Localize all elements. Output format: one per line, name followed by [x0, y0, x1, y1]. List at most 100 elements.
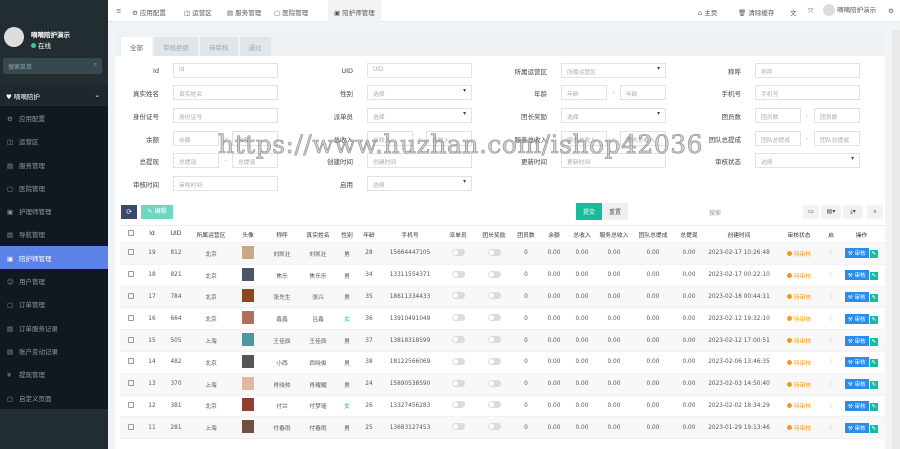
sidebar-item[interactable]: ▣ 护理师管理	[0, 199, 108, 222]
row-checkbox[interactable]	[128, 336, 134, 343]
dispatcher-toggle[interactable]	[451, 314, 465, 322]
leader-reward-toggle[interactable]	[487, 379, 501, 387]
text-input[interactable]: 更新时间	[561, 153, 666, 168]
range-max-input[interactable]: 年龄	[620, 85, 666, 100]
dispatcher-toggle[interactable]	[451, 292, 465, 300]
leader-reward-toggle[interactable]	[487, 401, 501, 409]
sidebar-item[interactable]: ¥ 提现管理	[0, 362, 108, 385]
dispatcher-toggle[interactable]	[451, 423, 465, 431]
select-input[interactable]: 选择	[367, 85, 472, 100]
range-max-input[interactable]: 总收入	[426, 131, 472, 146]
audit-button[interactable]: ⚒ 审核	[844, 422, 869, 433]
scrollbar[interactable]	[892, 30, 900, 449]
fullscreen-icon[interactable]: ⤧	[808, 7, 813, 16]
select-input[interactable]: 所属运营区	[561, 63, 666, 78]
edit-row-button[interactable]: ✎	[869, 337, 879, 346]
audit-button[interactable]: ⚒ 审核	[844, 335, 869, 346]
top-nav-item[interactable]: ⚙ 应用配置	[126, 0, 172, 22]
row-checkbox[interactable]	[128, 271, 134, 278]
enable-toggle[interactable]: (	[830, 294, 832, 300]
edit-row-button[interactable]: ✎	[869, 381, 879, 390]
leader-reward-toggle[interactable]	[487, 357, 501, 365]
range-min-input[interactable]: 总收入	[367, 131, 413, 146]
edit-row-button[interactable]: ✎	[869, 250, 879, 259]
leader-reward-toggle[interactable]	[487, 270, 501, 278]
range-max-input[interactable]: 团员数	[814, 108, 860, 123]
menu-search-input[interactable]: 搜索菜单 ⌕	[3, 58, 102, 74]
edit-row-button[interactable]: ✎	[869, 272, 879, 281]
enable-toggle[interactable]: (	[830, 381, 832, 387]
range-max-input[interactable]: 团队总提成	[814, 131, 860, 146]
audit-button[interactable]: ⚒ 审核	[844, 400, 869, 411]
range-min-input[interactable]: 余额	[173, 131, 219, 146]
sidebar-item[interactable]: ▢ 订单管理	[0, 292, 108, 315]
sidebar-item[interactable]: ▣ 陪护师管理	[0, 245, 108, 270]
tab-item[interactable]: 全部	[121, 37, 152, 56]
range-min-input[interactable]: 年龄	[561, 85, 607, 100]
leader-reward-toggle[interactable]	[487, 292, 501, 300]
sidebar-item[interactable]: ◫ 运营区	[0, 129, 108, 152]
range-min-input[interactable]: 服务总收入	[561, 131, 607, 146]
enable-toggle[interactable]: (	[830, 359, 832, 365]
enable-toggle[interactable]: (	[830, 316, 832, 322]
search-icon[interactable]: ⌕	[867, 205, 883, 219]
checkbox[interactable]	[128, 230, 134, 236]
audit-button[interactable]: ⚒ 审核	[844, 379, 869, 390]
text-input[interactable]: 称呼	[755, 63, 860, 78]
range-min-input[interactable]: 团员数	[755, 108, 801, 123]
tab-item[interactable]: 通过	[239, 37, 271, 56]
export-icon[interactable]: ⤓▾	[843, 205, 863, 219]
dispatcher-toggle[interactable]	[451, 401, 465, 409]
leader-reward-toggle[interactable]	[487, 423, 501, 431]
range-max-input[interactable]: 服务总收入	[620, 131, 666, 146]
dispatcher-toggle[interactable]	[451, 379, 465, 387]
audit-button[interactable]: ⚒ 审核	[844, 248, 869, 259]
range-min-input[interactable]: 总提现	[173, 153, 219, 168]
top-nav-item[interactable]: ▣ 陪护师管理	[328, 0, 381, 22]
text-input[interactable]: 审核时间	[173, 176, 278, 191]
top-nav-item[interactable]: ▤ 服务管理	[221, 0, 267, 22]
settings-icon[interactable]: ⚙	[888, 7, 894, 15]
sidebar-item[interactable]: ▤ 导航管理	[0, 222, 108, 245]
sidebar-item[interactable]: ▤ 订单服务记录	[0, 316, 108, 339]
edit-row-button[interactable]: ✎	[869, 315, 879, 324]
text-input[interactable]: 手机号	[755, 85, 860, 100]
audit-button[interactable]: ⚒ 审核	[844, 357, 869, 368]
edit-button[interactable]: ✎ 编辑	[141, 205, 173, 219]
top-nav-item[interactable]: ◫ 运营区	[178, 0, 218, 22]
row-checkbox[interactable]	[128, 401, 134, 408]
sidebar-item[interactable]: ▢ 医院管理	[0, 176, 108, 199]
sidebar-item[interactable]: ▤ 服务管理	[0, 153, 108, 176]
range-max-input[interactable]: 总提现	[232, 153, 278, 168]
leader-reward-toggle[interactable]	[487, 248, 501, 256]
range-min-input[interactable]: 团队总提成	[755, 131, 801, 146]
leader-reward-toggle[interactable]	[487, 336, 501, 344]
range-max-input[interactable]: 余额	[232, 131, 278, 146]
select-input[interactable]: 选择	[755, 153, 860, 168]
enable-toggle[interactable]: (	[830, 272, 832, 278]
select-input[interactable]: 选择	[367, 176, 472, 191]
refresh-button[interactable]: ⟳	[121, 205, 137, 219]
table-search-input[interactable]: 搜索	[709, 205, 799, 219]
enable-toggle[interactable]: (	[830, 403, 832, 409]
home-link[interactable]: ⌂ 主页	[698, 7, 717, 17]
sidebar-item[interactable]: ☺ 用户管理	[0, 269, 108, 292]
tab-item[interactable]: 待审核	[200, 37, 238, 56]
text-input[interactable]: 真实姓名	[173, 85, 278, 100]
row-checkbox[interactable]	[128, 380, 134, 387]
row-checkbox[interactable]	[128, 292, 134, 299]
select-all-checkbox[interactable]	[120, 225, 142, 243]
row-checkbox[interactable]	[128, 358, 134, 365]
row-checkbox[interactable]	[128, 249, 134, 256]
enable-toggle[interactable]: (	[830, 425, 832, 431]
row-checkbox[interactable]	[128, 423, 134, 430]
toggle-view-icon[interactable]: ▭	[803, 205, 819, 219]
clear-cache-button[interactable]: 🗑 清除缓存	[738, 7, 774, 17]
columns-icon[interactable]: ▤▾	[821, 205, 841, 219]
enable-toggle[interactable]: (	[830, 338, 832, 344]
translate-icon[interactable]: 文	[790, 7, 797, 17]
leader-reward-toggle[interactable]	[487, 314, 501, 322]
text-input[interactable]: 身份证号	[173, 108, 278, 123]
select-input[interactable]: 选择	[367, 108, 472, 123]
tab-item[interactable]: 审核拒绝	[154, 37, 198, 56]
